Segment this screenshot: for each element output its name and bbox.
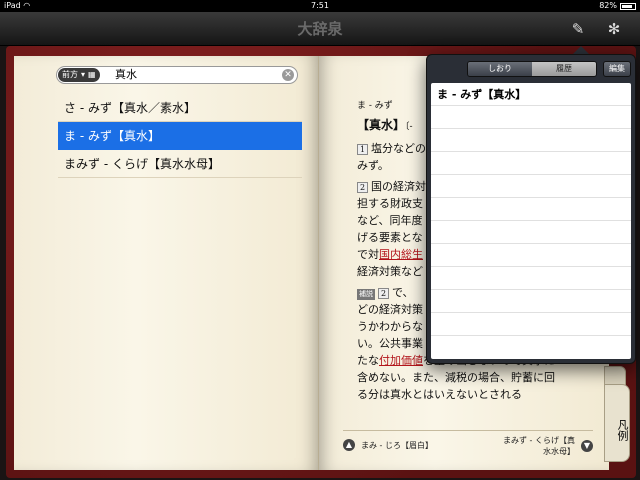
legend-tab[interactable]: 凡例 (604, 384, 630, 462)
history-empty-row (431, 106, 631, 129)
history-empty-row (431, 129, 631, 152)
tab-history[interactable]: 履歴 (532, 62, 596, 76)
previous-entry-button[interactable]: ▲ まみ - じろ【眉白】 (343, 439, 433, 451)
history-empty-row (431, 175, 631, 198)
arrow-down-icon: ▼ (581, 440, 593, 452)
result-item[interactable]: さ - みず【真水／素水】 (58, 94, 302, 122)
title-bar: 大辞泉 ✎ ✻ (0, 12, 640, 46)
tab-bookmarks[interactable]: しおり (468, 62, 532, 76)
app-title: 大辞泉 (297, 20, 343, 38)
battery-icon (620, 2, 636, 10)
battery-percent: 82% (599, 1, 617, 10)
entry-link[interactable]: 付加価値 (379, 354, 423, 367)
history-empty-row (431, 290, 631, 313)
arrow-up-icon: ▲ (343, 439, 355, 451)
result-item-selected[interactable]: ま - みず【真水】 (58, 122, 302, 150)
popover-segmented-control: しおり 履歴 (467, 61, 597, 77)
grid-icon: ▦ (88, 70, 96, 79)
history-empty-row (431, 244, 631, 267)
page-footer: ▲ まみ - じろ【眉白】 まみず - くらげ【真水水母】 ▼ (343, 430, 593, 460)
history-empty-row (431, 152, 631, 175)
search-bar[interactable]: 前方 ▾ ▦ 真水 ✕ (56, 66, 298, 84)
status-time: 7:51 (311, 1, 329, 10)
history-empty-row (431, 198, 631, 221)
history-empty-row (431, 267, 631, 290)
search-input[interactable]: 真水 (115, 67, 137, 83)
result-item[interactable]: まみず - くらげ【真水水母】 (58, 150, 302, 178)
entry-link[interactable]: 国内総生 (379, 248, 423, 261)
history-empty-row (431, 313, 631, 336)
history-item[interactable]: ま - みず【真水】 (431, 83, 631, 106)
pen-icon[interactable]: ✎ (568, 19, 588, 39)
history-list: ま - みず【真水】 (431, 83, 631, 359)
next-entry-button[interactable]: まみず - くらげ【真水水母】 ▼ (503, 435, 593, 457)
search-scope-button[interactable]: 前方 ▾ ▦ (58, 68, 100, 82)
battery-status: 82% (599, 0, 636, 12)
chevron-down-icon: ▾ (81, 70, 86, 79)
settings-gear-icon[interactable]: ✻ (604, 19, 624, 39)
status-bar: iPad ◠ 7:51 82% (0, 0, 640, 12)
result-list: さ - みず【真水／素水】 ま - みず【真水】 まみず - くらげ【真水水母】 (58, 94, 302, 178)
bookmark-history-popover: しおり 履歴 編集 ま - みず【真水】 (426, 54, 636, 364)
edit-button[interactable]: 編集 (603, 61, 631, 77)
clear-search-icon[interactable]: ✕ (282, 69, 294, 81)
history-empty-row (431, 221, 631, 244)
